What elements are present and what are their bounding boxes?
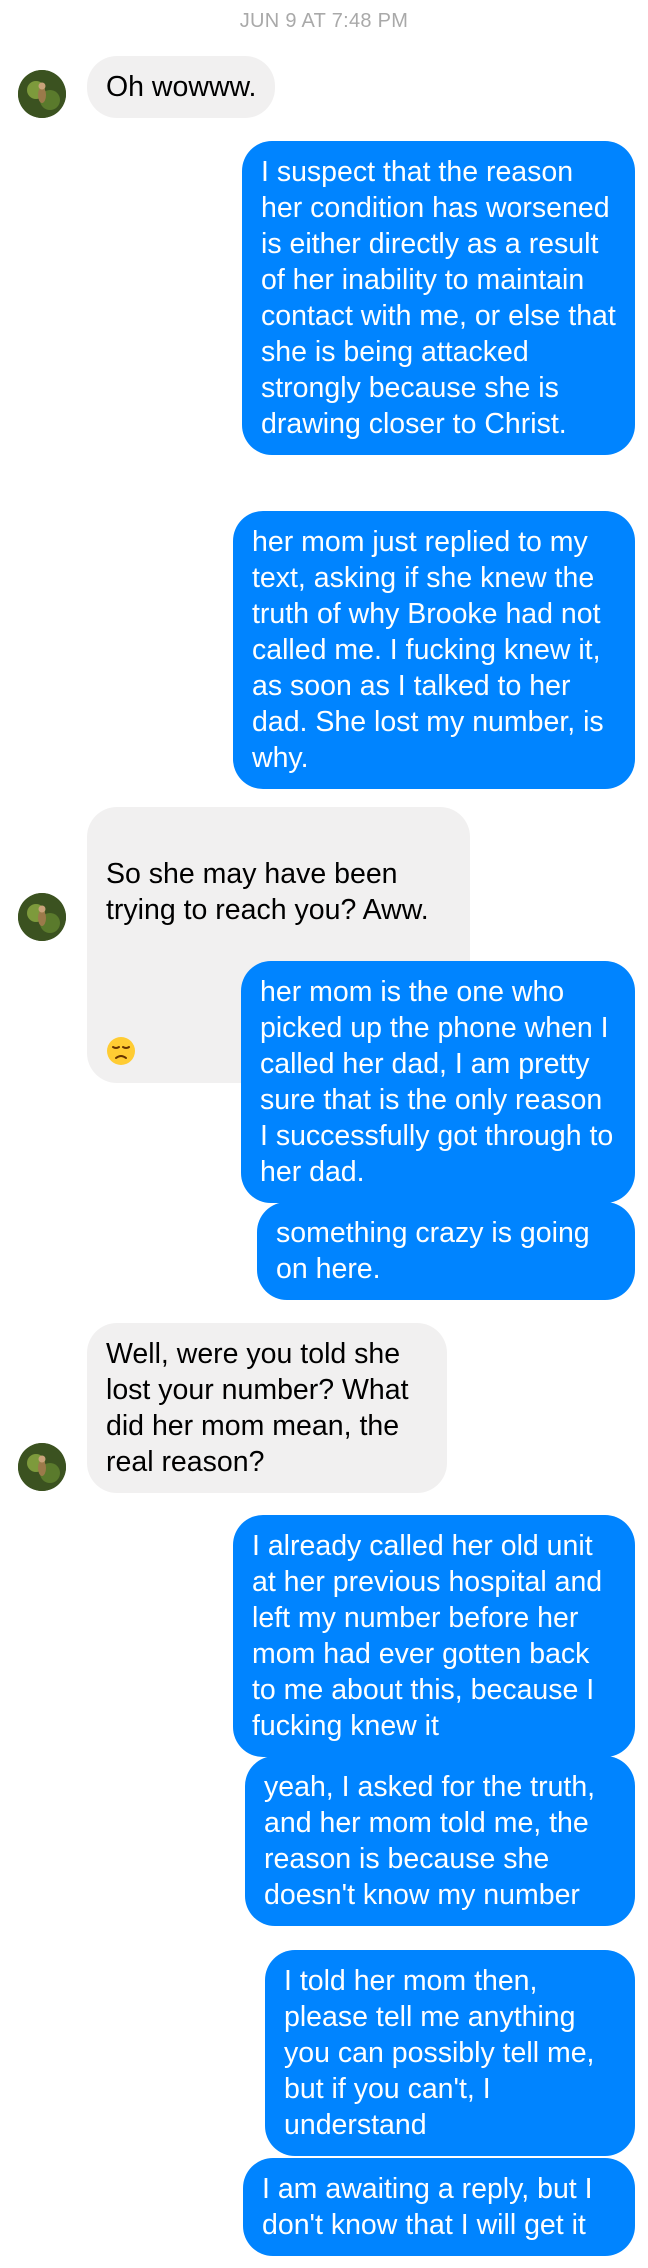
message-bubble-outgoing[interactable]: something crazy is going on here. bbox=[257, 1202, 635, 1300]
message-bubble-incoming[interactable]: Oh wowww. bbox=[87, 56, 276, 118]
message-bubble-incoming[interactable]: Well, were you told she lost your number… bbox=[87, 1323, 447, 1493]
message-bubble-outgoing[interactable]: I am awaiting a reply, but I don't know … bbox=[243, 2158, 635, 2256]
message-bubble-outgoing[interactable]: I suspect that the reason her condition … bbox=[242, 141, 635, 455]
message-bubble-outgoing[interactable]: her mom is the one who picked up the pho… bbox=[241, 961, 635, 1203]
message-bubble-outgoing[interactable]: I told her mom then, please tell me anyt… bbox=[265, 1950, 635, 2156]
contact-avatar[interactable] bbox=[18, 1443, 66, 1491]
contact-avatar[interactable] bbox=[18, 893, 66, 941]
message-bubble-outgoing[interactable]: yeah, I asked for the truth, and her mom… bbox=[245, 1756, 635, 1926]
message-text: So she may have been trying to reach you… bbox=[106, 858, 429, 926]
avatar-photo-icon bbox=[18, 1443, 66, 1491]
message-bubble-outgoing[interactable]: her mom just replied to my text, asking … bbox=[233, 511, 635, 789]
message-bubble-outgoing[interactable]: I already called her old unit at her pre… bbox=[233, 1515, 635, 1757]
contact-avatar[interactable] bbox=[18, 70, 66, 118]
disappointed-face-icon bbox=[106, 1000, 136, 1065]
avatar-photo-icon bbox=[18, 70, 66, 118]
conversation-timestamp: JUN 9 AT 7:48 PM bbox=[239, 10, 409, 32]
avatar-photo-icon bbox=[18, 893, 66, 941]
